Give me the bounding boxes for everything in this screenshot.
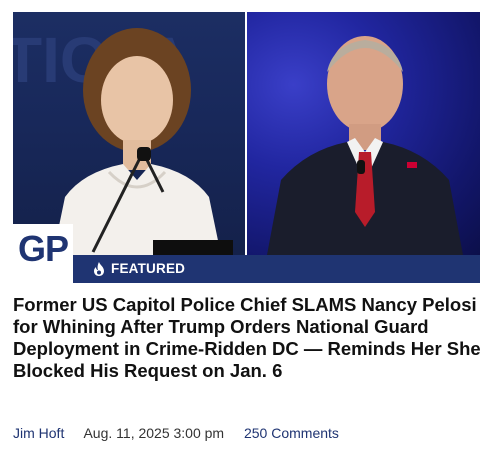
featured-label: FEATURED (111, 261, 186, 276)
hero-image[interactable]: TICPA (13, 12, 480, 283)
woman-speaker-photo: TICPA (13, 24, 233, 255)
flame-icon (94, 262, 104, 276)
site-logo[interactable]: GP (13, 224, 73, 283)
article-meta: Jim Hoft Aug. 11, 2025 3:00 pm 250 Comme… (13, 425, 355, 441)
author-link[interactable]: Jim Hoft (13, 425, 64, 441)
article-card[interactable]: TICPA (0, 0, 492, 455)
logo-text: GP (17, 228, 69, 269)
featured-banner: FEATURED (13, 255, 480, 283)
photo-left: TICPA (13, 12, 245, 255)
article-headline[interactable]: Former US Capitol Police Chief SLAMS Nan… (13, 294, 483, 382)
photo-right (247, 12, 480, 255)
man-speaker-photo (267, 36, 463, 255)
publish-date: Aug. 11, 2025 3:00 pm (83, 425, 225, 441)
comments-link[interactable]: 250 Comments (244, 425, 339, 441)
